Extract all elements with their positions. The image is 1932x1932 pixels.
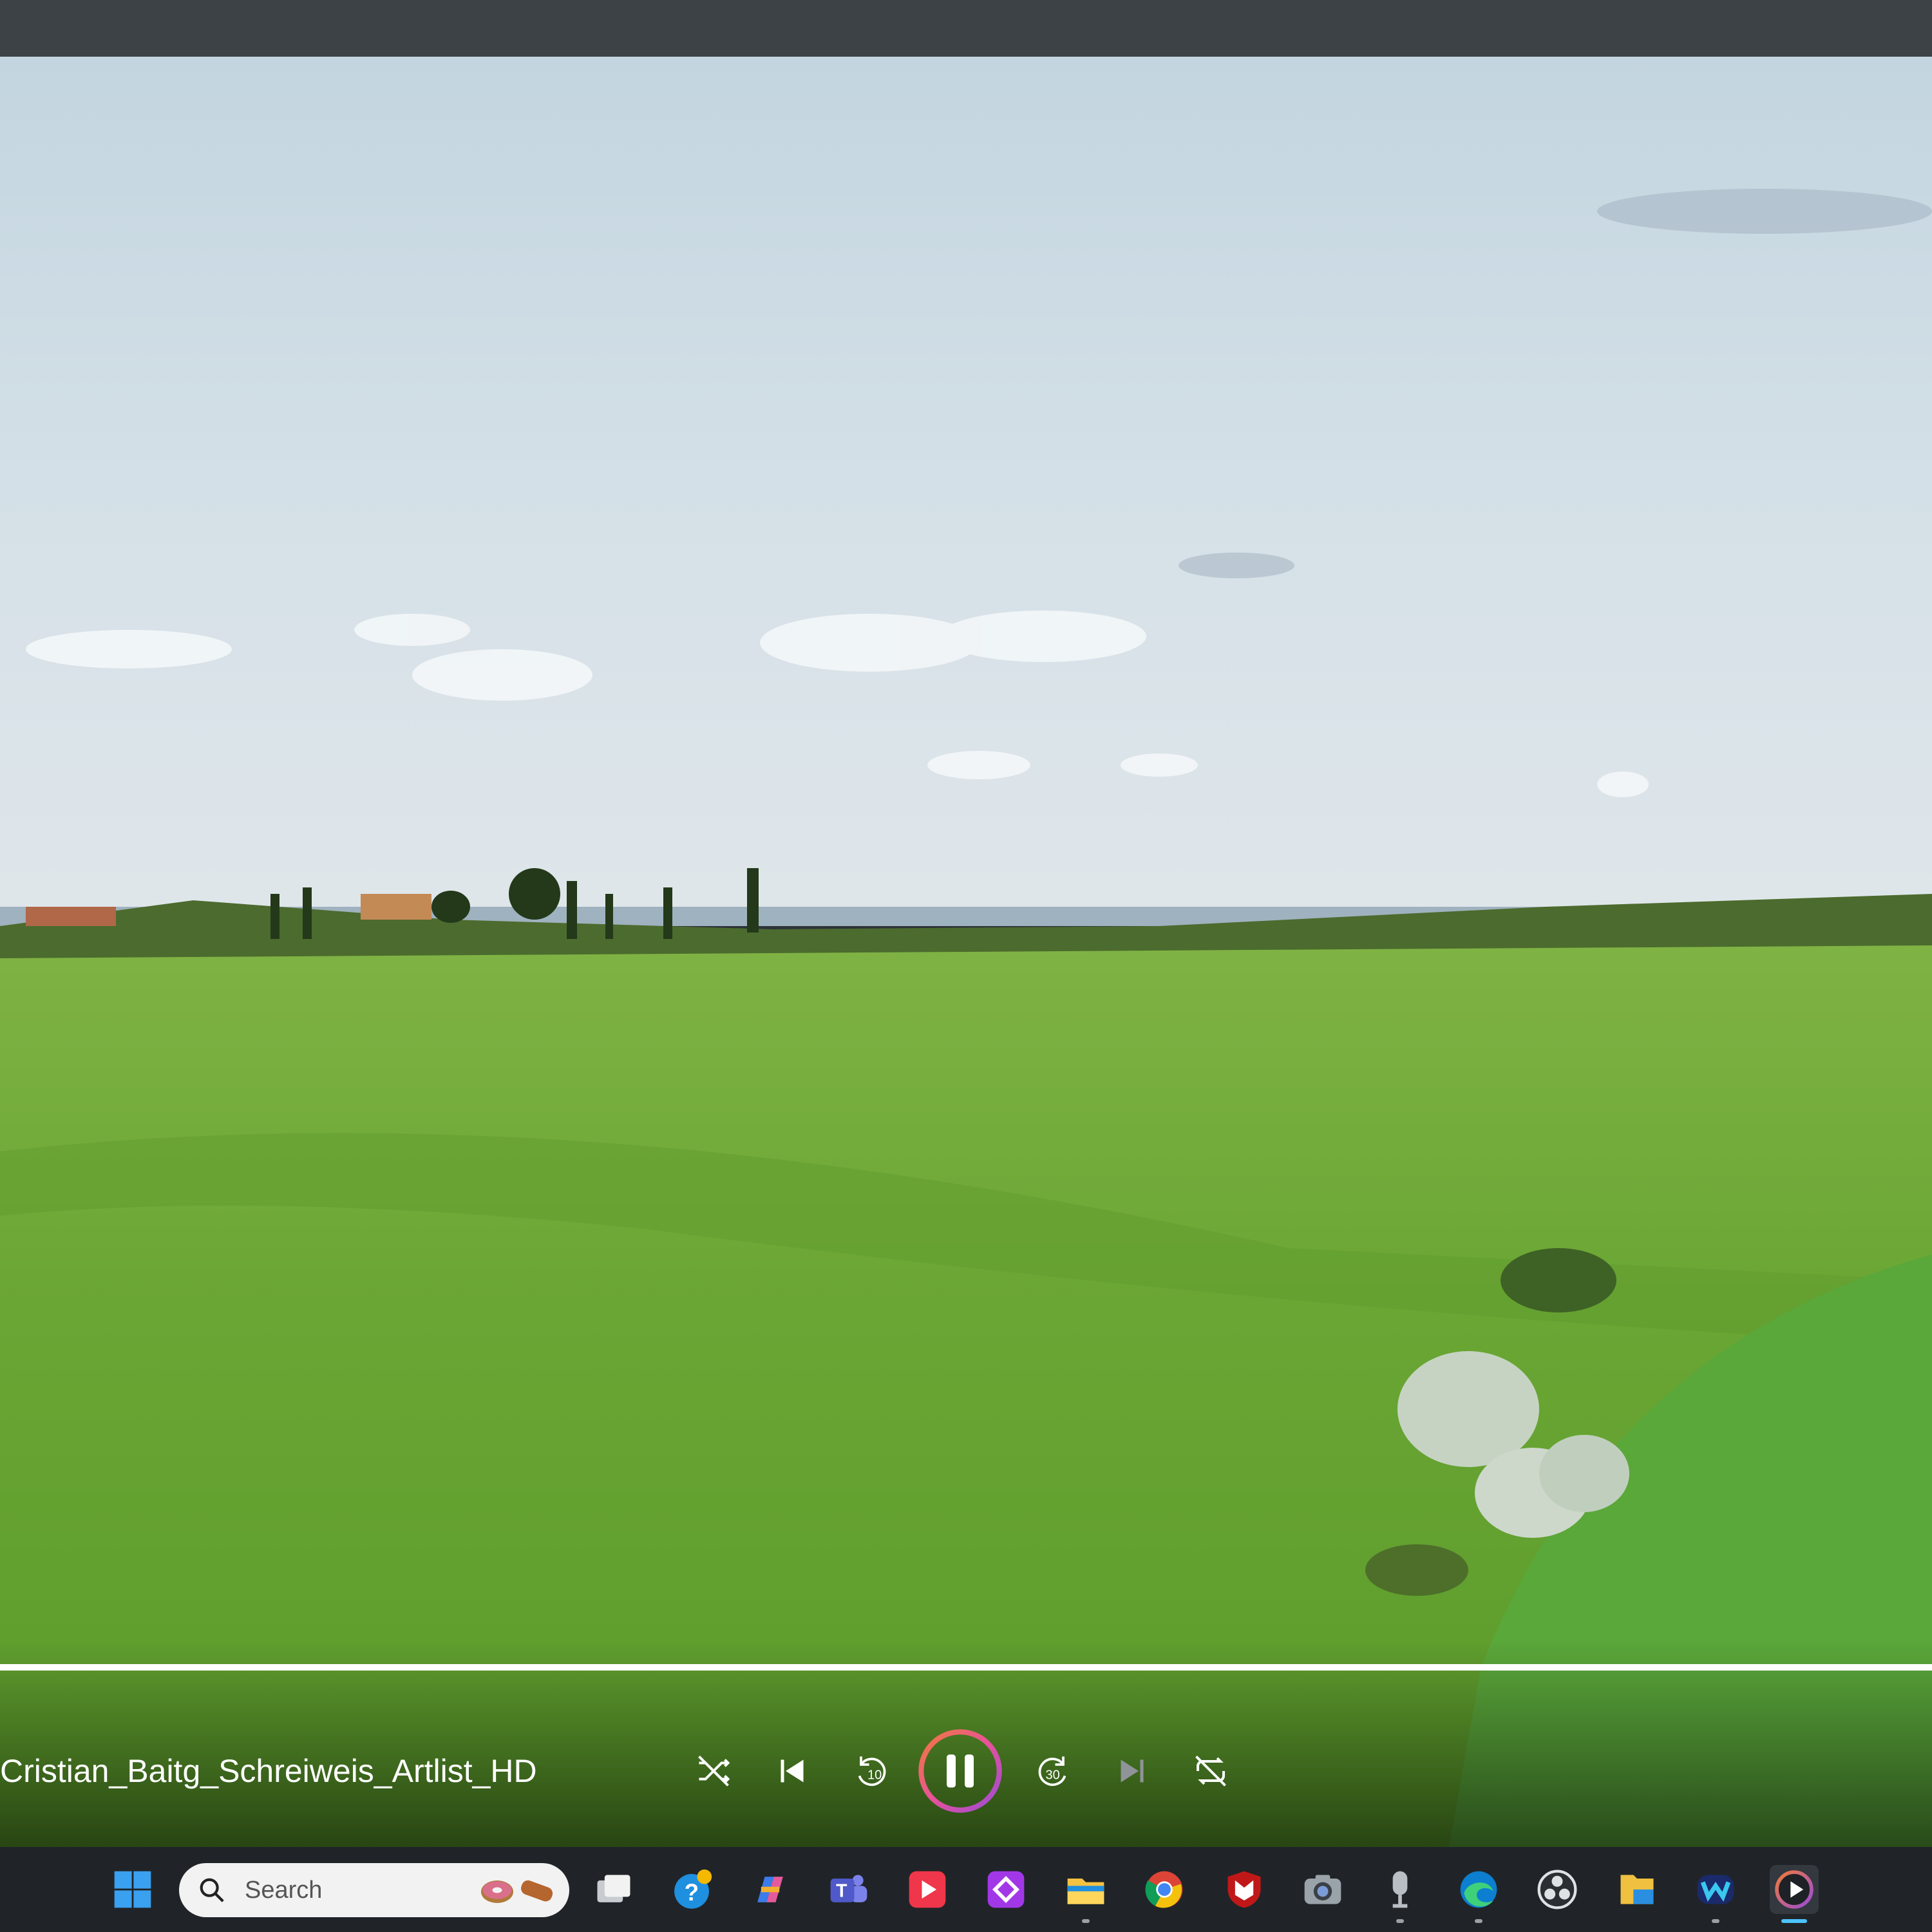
running-indicator-edge bbox=[1475, 1919, 1482, 1923]
folder-icon bbox=[1067, 1879, 1104, 1904]
donut-icon bbox=[481, 1880, 513, 1903]
running-indicator-clipchamp bbox=[1712, 1919, 1719, 1923]
next-button[interactable] bbox=[1106, 1745, 1158, 1797]
microphone-icon bbox=[1392, 1871, 1408, 1908]
landscape-scene bbox=[0, 57, 1932, 1847]
previous-icon bbox=[781, 1759, 804, 1783]
start-button[interactable] bbox=[108, 1865, 157, 1914]
edge-button[interactable] bbox=[1454, 1865, 1503, 1914]
repeat-off-icon bbox=[1195, 1756, 1226, 1786]
previous-button[interactable] bbox=[766, 1745, 818, 1797]
rewind-button[interactable]: 10 bbox=[845, 1745, 896, 1797]
task-view-button[interactable] bbox=[589, 1865, 638, 1914]
chrome-button[interactable] bbox=[1140, 1865, 1189, 1914]
teams-icon: T bbox=[830, 1875, 867, 1902]
get-help-button[interactable]: ? bbox=[667, 1865, 716, 1914]
forward-30-icon: 30 bbox=[1038, 1756, 1066, 1786]
files-button[interactable] bbox=[1613, 1865, 1662, 1914]
files-icon bbox=[1620, 1875, 1654, 1904]
windows-icon bbox=[114, 1871, 151, 1908]
search-placeholder: Search bbox=[245, 1876, 323, 1904]
pause-icon bbox=[918, 1729, 1002, 1813]
copilot-button[interactable] bbox=[746, 1865, 795, 1914]
progress-fill bbox=[0, 1664, 1932, 1671]
play-red-icon bbox=[909, 1871, 946, 1908]
svg-text:30: 30 bbox=[1046, 1768, 1060, 1783]
voice-recorder-button[interactable] bbox=[1376, 1865, 1425, 1914]
chrome-icon bbox=[1145, 1871, 1183, 1908]
media-player-icon bbox=[1775, 1870, 1814, 1909]
task-view-icon bbox=[597, 1875, 630, 1902]
search-icon bbox=[200, 1878, 224, 1902]
clipchamp-button[interactable] bbox=[1691, 1865, 1740, 1914]
shield-icon bbox=[1227, 1871, 1261, 1908]
svg-text:T: T bbox=[836, 1880, 847, 1901]
shuffle-button[interactable] bbox=[688, 1745, 739, 1797]
obs-button[interactable] bbox=[1533, 1865, 1582, 1914]
file-explorer-button[interactable] bbox=[1061, 1865, 1110, 1914]
next-icon bbox=[1121, 1759, 1144, 1783]
clipchamp-icon bbox=[1697, 1875, 1734, 1904]
media-player-button[interactable] bbox=[1770, 1865, 1819, 1914]
pause-button[interactable] bbox=[915, 1726, 1005, 1816]
forward-button[interactable]: 30 bbox=[1028, 1745, 1079, 1797]
camera-button[interactable] bbox=[1298, 1865, 1347, 1914]
svg-text:?: ? bbox=[685, 1879, 699, 1906]
teams-button[interactable]: T bbox=[824, 1865, 873, 1914]
shuffle-icon bbox=[698, 1756, 730, 1786]
video-frame[interactable] bbox=[0, 57, 1932, 1847]
svg-text:10: 10 bbox=[867, 1768, 882, 1783]
running-indicator-file-explorer bbox=[1082, 1919, 1090, 1923]
obs-icon bbox=[1537, 1870, 1577, 1909]
active-indicator-media-player bbox=[1781, 1919, 1807, 1923]
mcafee-button[interactable] bbox=[1220, 1865, 1269, 1914]
copilot-icon bbox=[757, 1877, 783, 1902]
window-title-bar[interactable] bbox=[0, 0, 1932, 57]
camera-icon bbox=[1304, 1875, 1341, 1904]
running-indicator-voice-recorder bbox=[1396, 1919, 1404, 1923]
rewind-10-icon: 10 bbox=[858, 1756, 886, 1786]
bread-icon bbox=[521, 1880, 553, 1902]
progress-bar[interactable] bbox=[0, 1664, 1932, 1671]
edge-icon bbox=[1460, 1871, 1497, 1908]
help-icon: ? bbox=[674, 1869, 712, 1909]
repeat-button[interactable] bbox=[1185, 1745, 1236, 1797]
power-automate-button[interactable] bbox=[981, 1865, 1030, 1914]
media-title: Cristian_Baitg_Schreiweis_Artlist_HD bbox=[0, 1753, 537, 1789]
taskbar-search-box[interactable]: Search bbox=[179, 1863, 569, 1917]
video-app-button[interactable] bbox=[903, 1865, 952, 1914]
diamond-icon bbox=[987, 1871, 1025, 1908]
